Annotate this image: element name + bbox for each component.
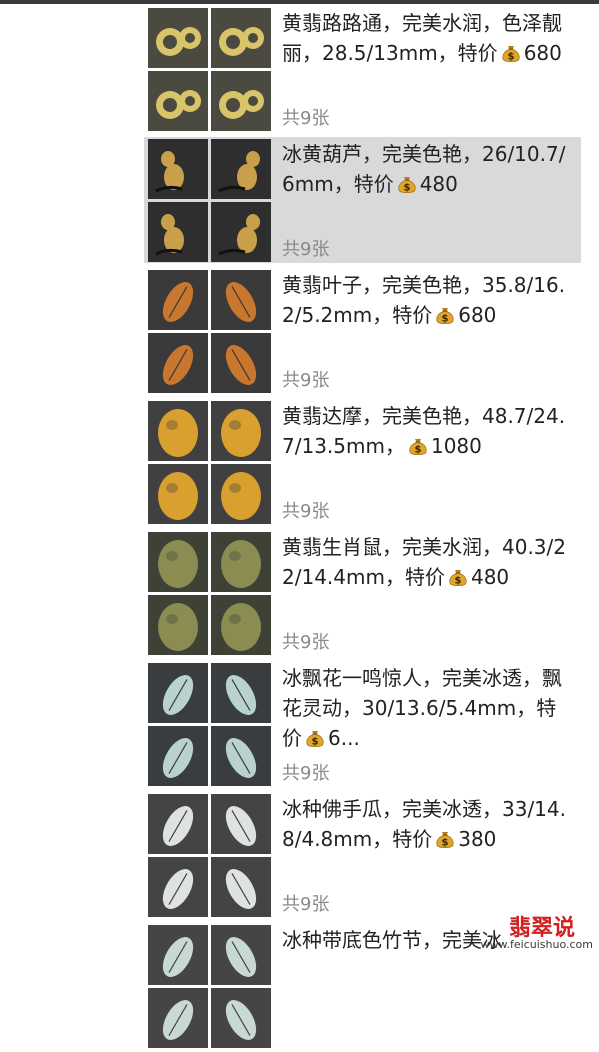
svg-text:$: $ — [442, 314, 449, 325]
post-thumbnail[interactable] — [211, 464, 271, 524]
post-caption: 黄翡叶子，完美色艳，35.8/16.2/5.2mm，特价 $680 — [282, 270, 574, 330]
watermark: 翡翠说 www.feicuishuo.com — [480, 910, 593, 954]
post-price: 1080 — [430, 434, 482, 458]
post-caption: 黄翡生肖鼠，完美水润，40.3/22/14.4mm，特价 $480 — [282, 532, 574, 592]
money-bag-icon: $ — [434, 828, 456, 850]
post-item[interactable]: 黄翡生肖鼠，完美水润，40.3/22/14.4mm，特价 $480 共9张 — [144, 530, 581, 656]
post-thumbnail[interactable] — [211, 270, 271, 330]
post-thumbnail[interactable] — [211, 726, 271, 786]
post-thumbnail[interactable] — [148, 139, 208, 199]
post-image-grid — [148, 139, 272, 263]
image-count-label: 共9张 — [282, 763, 330, 784]
image-count-label: 共9张 — [282, 239, 330, 260]
image-count-label: 共9张 — [282, 108, 330, 129]
post-thumbnail[interactable] — [211, 663, 271, 723]
post-thumbnail[interactable] — [148, 71, 208, 131]
svg-text:$: $ — [414, 445, 421, 456]
post-thumbnail[interactable] — [148, 726, 208, 786]
post-thumbnail[interactable] — [211, 71, 271, 131]
post-thumbnail[interactable] — [148, 663, 208, 723]
post-thumbnail[interactable] — [148, 270, 208, 330]
post-caption-text: 冰种带底色竹节，完美冰 — [282, 928, 502, 952]
post-thumbnail[interactable] — [148, 988, 208, 1048]
post-thumbnail[interactable] — [211, 401, 271, 461]
post-price: 480 — [470, 565, 510, 589]
post-item[interactable]: 黄翡叶子，完美色艳，35.8/16.2/5.2mm，特价 $680 共9张 — [144, 268, 581, 394]
post-thumbnail[interactable] — [211, 794, 271, 854]
post-thumbnail[interactable] — [211, 988, 271, 1048]
top-status-strip — [0, 0, 599, 4]
money-bag-icon: $ — [447, 566, 469, 588]
post-image-grid — [148, 925, 272, 1049]
post-price: 680 — [523, 41, 562, 65]
post-thumbnail[interactable] — [211, 8, 271, 68]
money-bag-icon: $ — [434, 304, 456, 326]
post-thumbnail[interactable] — [148, 857, 208, 917]
post-image-grid — [148, 8, 272, 132]
image-count-label: 共9张 — [282, 370, 330, 391]
post-thumbnail[interactable] — [211, 595, 271, 655]
post-thumbnail[interactable] — [148, 595, 208, 655]
money-bag-icon: $ — [407, 435, 429, 457]
post-caption-text: 黄翡生肖鼠，完美水润，40.3/22/14.4mm，特价 — [282, 535, 566, 589]
post-thumbnail[interactable] — [148, 532, 208, 592]
post-image-grid — [148, 532, 272, 656]
svg-text:$: $ — [312, 737, 319, 748]
post-image-grid — [148, 401, 272, 525]
svg-text:$: $ — [454, 576, 461, 587]
post-thumbnail[interactable] — [211, 925, 271, 985]
svg-text:$: $ — [442, 838, 449, 849]
post-thumbnail[interactable] — [148, 401, 208, 461]
post-caption: 黄翡达摩，完美色艳，48.7/24.7/13.5mm， $1080 — [282, 401, 574, 461]
post-price: 480 — [419, 172, 458, 196]
watermark-url: www.feicuishuo.com — [480, 938, 593, 951]
image-count-label: 共9张 — [282, 501, 330, 522]
money-bag-icon: $ — [500, 42, 522, 64]
post-item[interactable]: 冰飘花一鸣惊人，完美冰透，飘花灵动，30/13.6/5.4mm，特价 $6... 共… — [144, 661, 581, 787]
post-image-grid — [148, 663, 272, 787]
post-item[interactable]: 冰种佛手瓜，完美冰透，33/14.8/4.8mm，特价 $380 共9张 — [144, 792, 581, 918]
post-thumbnail[interactable] — [148, 464, 208, 524]
post-image-grid — [148, 270, 272, 394]
post-caption: 黄翡路路通，完美水润，色泽靓丽，28.5/13mm，特价 $680 — [282, 8, 574, 68]
svg-text:$: $ — [507, 52, 514, 63]
post-item[interactable]: 冰黄葫芦，完美色艳，26/10.7/6mm，特价 $480 共9张 — [144, 137, 581, 263]
post-thumbnail[interactable] — [148, 8, 208, 68]
post-price: 380 — [458, 827, 497, 851]
post-caption: 冰黄葫芦，完美色艳，26/10.7/6mm，特价 $480 — [282, 139, 574, 199]
image-count-label: 共9张 — [282, 894, 330, 915]
money-bag-icon: $ — [304, 727, 326, 749]
post-thumbnail[interactable] — [211, 202, 271, 262]
post-thumbnail[interactable] — [211, 333, 271, 393]
post-image-grid — [148, 794, 272, 918]
post-item[interactable]: 黄翡达摩，完美色艳，48.7/24.7/13.5mm， $1080 共9张 — [144, 399, 581, 525]
post-caption: 冰种佛手瓜，完美冰透，33/14.8/4.8mm，特价 $380 — [282, 794, 574, 854]
image-count-label: 共9张 — [282, 632, 330, 653]
post-thumbnail[interactable] — [148, 202, 208, 262]
svg-text:$: $ — [403, 183, 410, 194]
post-caption-text: 黄翡叶子，完美色艳，35.8/16.2/5.2mm，特价 — [282, 273, 566, 327]
post-item[interactable]: 黄翡路路通，完美水润，色泽靓丽，28.5/13mm，特价 $680 共9张 — [144, 6, 581, 132]
post-price: 6... — [328, 726, 360, 750]
post-thumbnail[interactable] — [148, 333, 208, 393]
post-price: 680 — [458, 303, 497, 327]
money-bag-icon: $ — [396, 173, 418, 195]
post-thumbnail[interactable] — [211, 532, 271, 592]
post-thumbnail[interactable] — [211, 857, 271, 917]
post-thumbnail[interactable] — [148, 925, 208, 985]
post-caption: 冰飘花一鸣惊人，完美冰透，飘花灵动，30/13.6/5.4mm，特价 $6... — [282, 663, 574, 753]
post-caption-text: 冰种佛手瓜，完美冰透，33/14.8/4.8mm，特价 — [282, 797, 566, 851]
post-thumbnail[interactable] — [211, 139, 271, 199]
post-thumbnail[interactable] — [148, 794, 208, 854]
